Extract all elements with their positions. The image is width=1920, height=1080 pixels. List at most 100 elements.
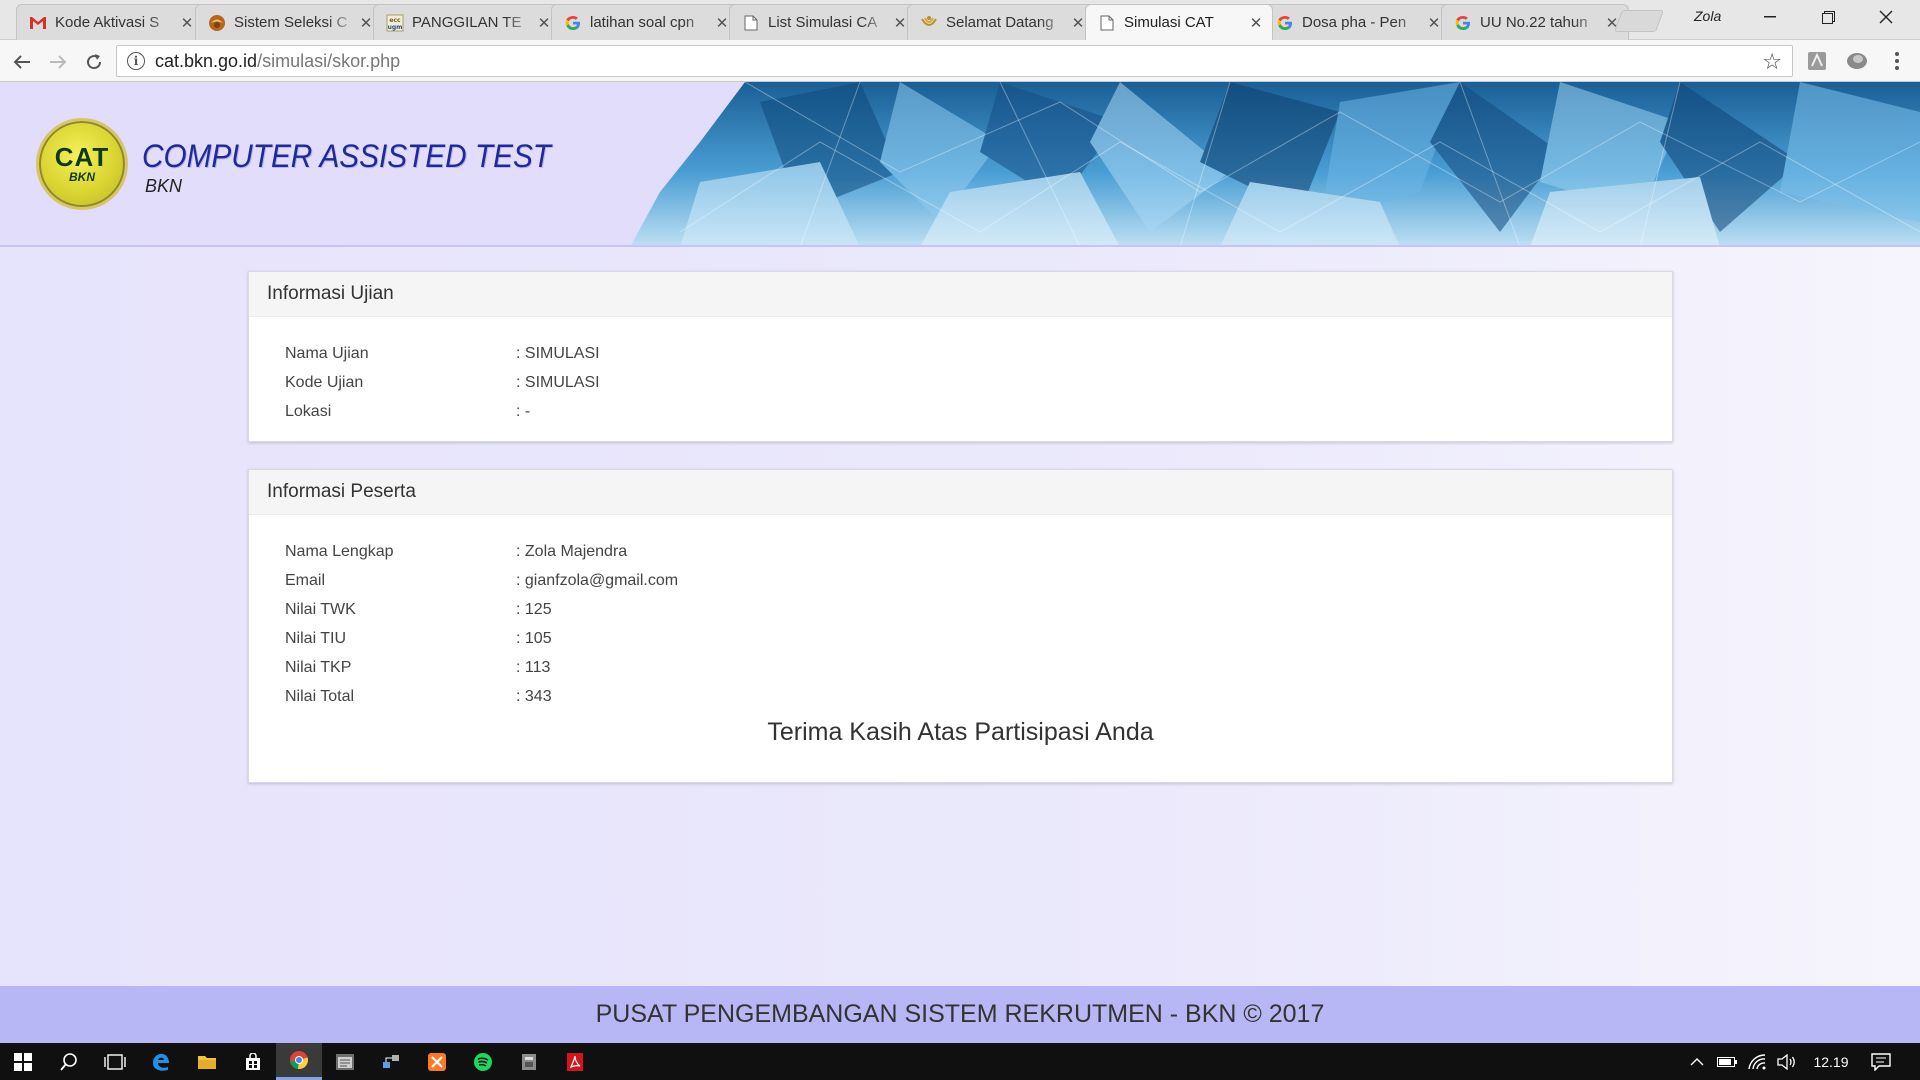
close-window-icon[interactable] xyxy=(1858,0,1914,34)
tab-close-icon[interactable]: ✕ xyxy=(1070,14,1086,32)
show-hidden-icons-icon[interactable] xyxy=(1682,1043,1712,1080)
menu-kebab-icon[interactable] xyxy=(1886,50,1908,72)
page-icon xyxy=(742,14,760,32)
start-icon[interactable] xyxy=(0,1043,46,1080)
minimize-icon[interactable] xyxy=(1742,0,1798,34)
row-value: : gianfzola@gmail.com xyxy=(516,571,679,589)
page-footer: PUSAT PENGEMBANGAN SISTEM REKRUTMEN - BK… xyxy=(0,986,1920,1043)
row-label: Nilai TIU xyxy=(285,629,347,647)
tab-title: Dosa pha - Pen xyxy=(1302,14,1407,31)
tab-title: Kode Aktivasi S xyxy=(55,14,160,31)
row-label: Kode Ujian xyxy=(285,373,364,391)
volume-icon[interactable] xyxy=(1772,1043,1802,1080)
participant-info-row: Nilai TWK : 125 xyxy=(285,595,1672,624)
browser-tab[interactable]: Kode Aktivasi S ✕ xyxy=(16,4,204,40)
tab-close-icon[interactable]: ✕ xyxy=(179,14,195,32)
tab-close-icon[interactable]: ✕ xyxy=(1248,14,1264,32)
search-icon[interactable] xyxy=(46,1043,92,1080)
row-value: : 113 xyxy=(516,658,551,676)
network-tool-icon[interactable] xyxy=(368,1043,414,1080)
row-value: : 125 xyxy=(516,600,552,618)
row-label: Email xyxy=(285,571,326,589)
pdf-extension-icon[interactable] xyxy=(1806,50,1828,72)
tab-title: PANGGILAN TE xyxy=(412,14,522,31)
participant-info-heading: Informasi Peserta xyxy=(249,470,1672,515)
battery-icon[interactable] xyxy=(1712,1043,1742,1080)
url-domain: cat.bkn.go.id xyxy=(155,50,258,71)
bkn-icon xyxy=(920,14,938,32)
footer-text: PUSAT PENGEMBANGAN SISTEM REKRUTMEN - BK… xyxy=(595,1000,1325,1028)
restore-icon[interactable] xyxy=(1800,0,1856,34)
tab-close-icon[interactable]: ✕ xyxy=(892,14,908,32)
logo-subtext: BKN xyxy=(69,170,95,184)
spotify-icon[interactable] xyxy=(460,1043,506,1080)
notepad-icon[interactable] xyxy=(322,1043,368,1080)
xampp-icon[interactable] xyxy=(414,1043,460,1080)
row-label: Nama Lengkap xyxy=(285,542,394,560)
web-page: CAT BKN COMPUTER ASSISTED TEST BKN Infor… xyxy=(0,82,1920,1043)
participant-info-row: Nilai TIU : 105 xyxy=(285,624,1672,653)
tab-title: List Simulasi CA xyxy=(768,14,878,31)
tab-title: Sistem Seleksi C xyxy=(234,14,348,31)
exam-info-row: Nama Ujian : SIMULASI xyxy=(285,339,1672,368)
row-value: : - xyxy=(516,402,531,420)
row-value: : 343 xyxy=(516,687,552,705)
browser-tab[interactable]: Sistem Seleksi C ✕ xyxy=(195,4,383,40)
chrome-icon[interactable] xyxy=(276,1043,322,1080)
browser-tab[interactable]: List Simulasi CA ✕ xyxy=(729,4,917,40)
tab-close-icon[interactable]: ✕ xyxy=(714,14,730,32)
participant-info-row: Nama Lengkap : Zola Majendra xyxy=(285,537,1672,566)
reload-icon[interactable] xyxy=(80,48,108,76)
app-icon[interactable] xyxy=(506,1043,552,1080)
tab-close-icon[interactable]: ✕ xyxy=(1426,14,1442,32)
row-label: Nama Ujian xyxy=(285,344,369,362)
windows-taskbar: 12.19 xyxy=(0,1043,1920,1080)
new-tab-button[interactable] xyxy=(1613,10,1665,32)
tab-close-icon[interactable]: ✕ xyxy=(358,14,374,32)
browser-tab[interactable]: Dosa pha - Pen ✕ xyxy=(1263,4,1451,40)
tab-title: Selamat Datang xyxy=(946,14,1054,31)
edge-icon[interactable] xyxy=(138,1043,184,1080)
thank-you-message: Terima Kasih Atas Partisipasi Anda xyxy=(767,718,1154,746)
browser-tab[interactable]: UU No.22 tahun ✕ xyxy=(1441,4,1629,40)
browser-tab-active[interactable]: Simulasi CAT ✕ xyxy=(1085,4,1273,40)
site-subtitle: BKN xyxy=(145,176,183,196)
tab-title: Simulasi CAT xyxy=(1124,14,1214,31)
site-info-icon[interactable]: i xyxy=(127,52,145,70)
participant-info-panel: Informasi Peserta Nama Lengkap : Zola Ma… xyxy=(248,469,1673,783)
back-icon[interactable] xyxy=(8,48,36,76)
google-icon xyxy=(1454,14,1472,32)
tab-close-icon[interactable]: ✕ xyxy=(536,14,552,32)
google-icon xyxy=(564,14,582,32)
browser-tab[interactable]: latihan soal cpn ✕ xyxy=(551,4,739,40)
store-icon[interactable] xyxy=(230,1043,276,1080)
row-value: : Zola Majendra xyxy=(516,542,628,560)
exam-info-heading: Informasi Ujian xyxy=(249,272,1672,317)
row-value: : SIMULASI xyxy=(516,373,600,391)
acrobat-icon[interactable] xyxy=(552,1043,598,1080)
bookmark-star-icon[interactable]: ☆ xyxy=(1762,49,1782,75)
row-label: Nilai Total xyxy=(285,687,355,705)
row-label: Nilai TKP xyxy=(285,658,352,676)
action-center-icon[interactable] xyxy=(1862,1043,1900,1080)
clock[interactable]: 12.19 xyxy=(1806,1043,1856,1080)
logo-text: CAT xyxy=(54,142,110,172)
row-value: : SIMULASI xyxy=(516,344,600,362)
task-view-icon[interactable] xyxy=(92,1043,138,1080)
browser-tab[interactable]: ecc ugm PANGGILAN TE ✕ xyxy=(373,4,561,40)
header-banner: CAT BKN COMPUTER ASSISTED TEST BKN xyxy=(0,82,1920,247)
exam-info-panel: Informasi Ujian Nama Ujian : SIMULASI Ko… xyxy=(248,271,1673,442)
tab-title: latihan soal cpn xyxy=(590,14,695,31)
extension-icon[interactable] xyxy=(1846,50,1868,72)
participant-info-row: Email : gianfzola@gmail.com xyxy=(285,566,1672,595)
gmail-icon xyxy=(29,14,47,32)
browser-tab-strip: Kode Aktivasi S ✕ Sistem Seleksi C ✕ ecc… xyxy=(0,0,1920,40)
file-explorer-icon[interactable] xyxy=(184,1043,230,1080)
svg-text:ecc: ecc xyxy=(389,17,401,24)
wifi-icon[interactable] xyxy=(1742,1043,1772,1080)
row-label: Lokasi xyxy=(285,402,332,420)
forward-icon[interactable] xyxy=(44,48,72,76)
browser-tab[interactable]: Selamat Datang ✕ xyxy=(907,4,1095,40)
address-bar[interactable]: i cat.bkn.go.id/simulasi/skor.php ☆ xyxy=(116,45,1793,77)
profile-name[interactable]: Zola xyxy=(1694,8,1721,24)
